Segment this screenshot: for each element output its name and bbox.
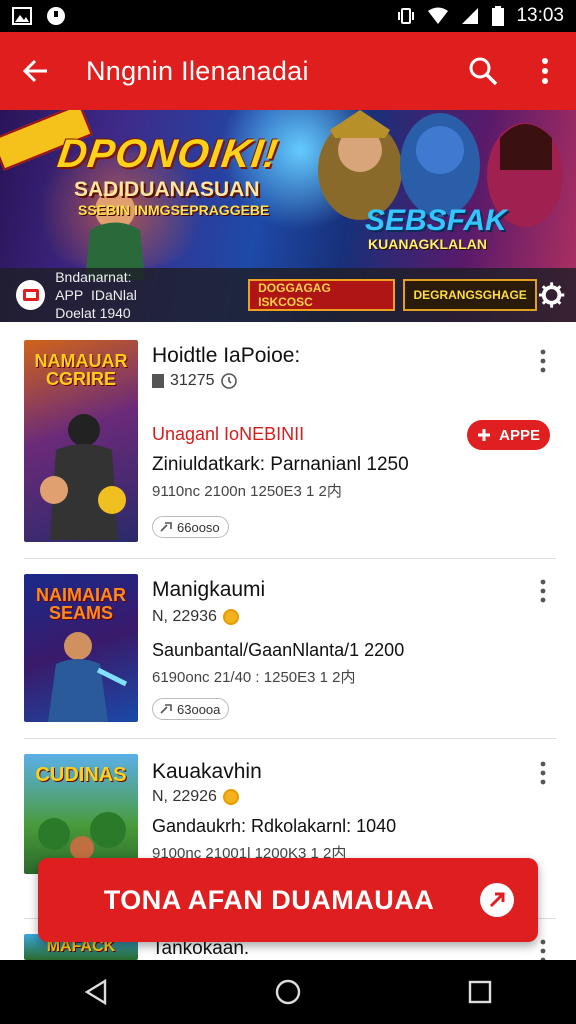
item-detail: Saunbantal/GaanNlanta/1 2200 bbox=[152, 640, 405, 660]
clock-icon bbox=[220, 373, 237, 389]
item-name: Hoidtle IaPoioe: bbox=[152, 344, 301, 367]
divider bbox=[24, 558, 556, 559]
cta-label: TONA AFAN DUAMAUAA bbox=[103, 884, 435, 915]
item-meta: 31275 bbox=[152, 372, 237, 390]
banner-chip-2[interactable]: DEGRANGSGHAGE bbox=[403, 279, 537, 311]
item-meta-value: N, 22926 bbox=[152, 788, 217, 805]
banner-chip-1[interactable]: DOGGAGAG ISKCOSC bbox=[248, 279, 396, 311]
battery-icon bbox=[492, 6, 505, 26]
item-name: Manigkaumi bbox=[152, 578, 266, 601]
game-thumbnail: NAMAUAR CGRIRE bbox=[24, 340, 138, 542]
plus-icon bbox=[478, 429, 491, 441]
game-thumbnail: CUDINAS bbox=[24, 754, 138, 874]
banner-promo-title: SEBSFAK bbox=[365, 204, 507, 237]
divider bbox=[24, 738, 556, 739]
item-meta-value: 31275 bbox=[170, 372, 215, 389]
item-subdetail: 6190onc 21/40 : 1250E3 1 2内 bbox=[152, 669, 356, 686]
more-vert-icon bbox=[540, 761, 546, 785]
item-rating-pill[interactable]: 63oooa bbox=[152, 698, 230, 720]
item-detail: Gandaukrh: Rdkolakarnl: 1040 bbox=[152, 816, 397, 836]
back-button[interactable] bbox=[0, 32, 70, 110]
search-icon bbox=[469, 57, 498, 86]
app-bar: Nngnin Ilenanadai bbox=[0, 32, 576, 110]
status-bar: 13:03 bbox=[0, 0, 576, 32]
game-thumbnail: NAIMAIAR SEAMS bbox=[24, 574, 138, 722]
item-more-button[interactable] bbox=[536, 760, 550, 786]
item-meta: N, 22936 bbox=[152, 608, 239, 626]
gallery-icon bbox=[12, 7, 32, 25]
app-logo-icon bbox=[16, 280, 46, 310]
search-button[interactable] bbox=[452, 32, 514, 110]
strip-line-1: Bndanarnat: APP IDaNlal bbox=[55, 269, 137, 303]
thumbnail-title: NAMAUAR CGRIRE bbox=[34, 351, 128, 389]
file-icon bbox=[152, 374, 164, 388]
apk-badge-label: APPE bbox=[499, 426, 540, 444]
arrow-left-icon bbox=[22, 59, 47, 83]
list-item[interactable]: NAMAUAR CGRIRE Hoidtle IaPoioe: 31275 Un… bbox=[24, 340, 556, 542]
notification-icon bbox=[47, 7, 65, 25]
list-item[interactable]: CUDINAS Kauakavhin N, 22926 Gandaukrh: R… bbox=[24, 754, 556, 874]
item-detail: Ziniuldatkark: Parnanianl 1250 bbox=[152, 454, 409, 475]
square-recents-icon bbox=[468, 980, 492, 1004]
item-more-button[interactable] bbox=[536, 348, 550, 374]
promo-banner[interactable]: DPONOIKI! SADIDUANASUAN SSEBIN INMGSEPRA… bbox=[0, 110, 576, 322]
banner-promo-subtitle: KUANAGKLALAN bbox=[368, 236, 487, 252]
system-nav-bar bbox=[0, 960, 576, 1024]
signal-icon bbox=[462, 8, 479, 24]
nav-back-button[interactable] bbox=[66, 960, 126, 1024]
item-rating-pill[interactable]: 66ooso bbox=[152, 516, 229, 538]
banner-tagline: SSEBIN INMGSEPRAGGEBE bbox=[78, 202, 270, 218]
banner-headline: DPONOIKI! bbox=[54, 132, 282, 176]
item-name: Kauakavhin bbox=[152, 760, 262, 783]
item-status-label: Unaganl IoNEBINII bbox=[152, 424, 305, 444]
list-item[interactable]: NAIMAIAR SEAMS Manigkaumi N, 22936 Saunb… bbox=[24, 574, 556, 722]
triangle-back-icon bbox=[84, 979, 107, 1005]
thumbnail-title: NAIMAIAR SEAMS bbox=[36, 585, 126, 623]
nav-recents-button[interactable] bbox=[450, 960, 510, 1024]
more-vert-icon bbox=[542, 58, 548, 84]
more-vert-icon bbox=[540, 349, 546, 373]
gear-icon[interactable] bbox=[537, 280, 566, 310]
item-more-button[interactable] bbox=[536, 578, 550, 604]
item-pill-text: 66ooso bbox=[177, 519, 220, 535]
apk-download-badge[interactable]: APPE bbox=[467, 420, 550, 450]
banner-info-strip: Bndanarnat: APP IDaNlal Doelat 1940 DOGG… bbox=[0, 268, 576, 322]
link-icon bbox=[160, 522, 172, 532]
item-subdetail: 9110nc 2100n 1250E3 1 2内 bbox=[152, 483, 342, 500]
more-vert-icon bbox=[540, 579, 546, 603]
thumbnail-title: CUDINAS bbox=[35, 764, 127, 786]
vibrate-icon bbox=[398, 8, 415, 24]
download-cta-button[interactable]: TONA AFAN DUAMAUAA bbox=[38, 858, 538, 942]
coin-icon bbox=[222, 609, 239, 625]
cta-arrow-icon bbox=[480, 883, 514, 917]
more-options-button[interactable] bbox=[514, 32, 576, 110]
nav-home-button[interactable] bbox=[258, 960, 318, 1024]
item-meta: N, 22926 bbox=[152, 788, 239, 806]
circle-home-icon bbox=[275, 979, 301, 1005]
item-pill-text: 63oooa bbox=[177, 701, 221, 717]
link-icon bbox=[160, 704, 172, 714]
item-meta-value: N, 22936 bbox=[152, 608, 217, 625]
strip-line-2: Doelat 1940 bbox=[55, 305, 131, 321]
banner-subheadline: SADIDUANASUAN bbox=[74, 178, 260, 201]
page-title: Nngnin Ilenanadai bbox=[86, 55, 309, 86]
coin-icon bbox=[222, 789, 239, 805]
clock-text: 13:03 bbox=[516, 5, 564, 26]
wifi-icon bbox=[428, 7, 449, 24]
